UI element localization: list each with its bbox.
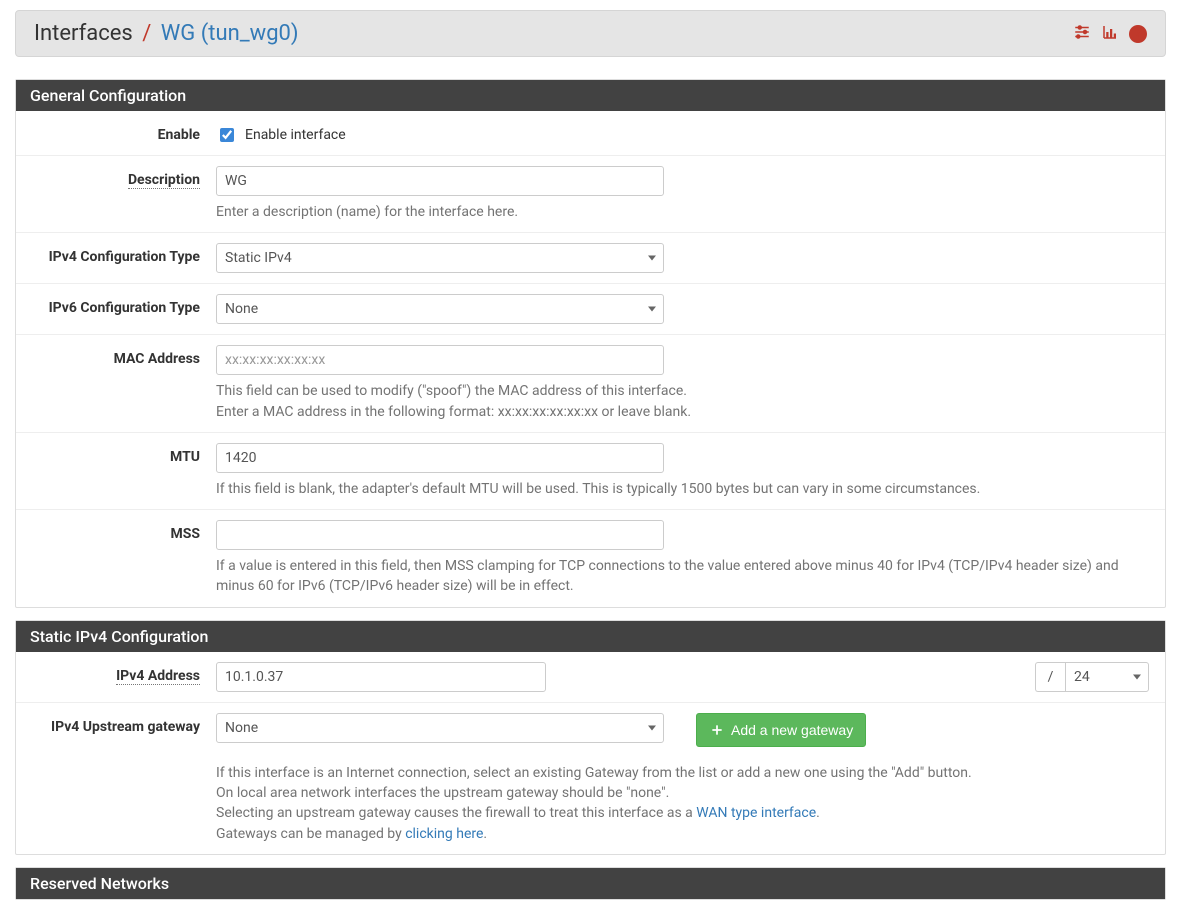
label-ipv4-upstream-gateway: IPv4 Upstream gateway bbox=[16, 713, 216, 735]
mtu-input[interactable] bbox=[216, 443, 664, 473]
ipv6-config-type-select[interactable]: None bbox=[216, 294, 664, 324]
ipv4-config-type-select[interactable]: Static IPv4 bbox=[216, 243, 664, 273]
gateway-help-2: On local area network interfaces the ups… bbox=[216, 783, 1149, 803]
clicking-here-link[interactable]: clicking here bbox=[405, 826, 483, 842]
breadcrumb-root[interactable]: Interfaces bbox=[34, 21, 133, 46]
ipv4-gateway-select[interactable]: None bbox=[216, 713, 664, 743]
cidr-slash: / bbox=[1035, 662, 1065, 692]
mss-input[interactable] bbox=[216, 520, 664, 550]
cidr-select[interactable]: 24 bbox=[1065, 662, 1149, 692]
breadcrumb-separator: / bbox=[138, 21, 155, 46]
gateway-help-1: If this interface is an Internet connect… bbox=[216, 763, 1149, 783]
panel-static-ipv4: Static IPv4 Configuration IPv4 Address /… bbox=[15, 620, 1166, 855]
label-ipv4-config-type: IPv4 Configuration Type bbox=[16, 243, 216, 265]
header-actions: ? bbox=[1073, 23, 1147, 45]
description-help: Enter a description (name) for the inter… bbox=[216, 202, 1149, 222]
mac-help-1: This field can be used to modify ("spoof… bbox=[216, 381, 1149, 401]
panel-heading-static-ipv4: Static IPv4 Configuration bbox=[16, 621, 1165, 652]
page-header: Interfaces / WG (tun_wg0) ? bbox=[15, 10, 1166, 57]
mac-help-2: Enter a MAC address in the following for… bbox=[216, 402, 1149, 422]
breadcrumb-current[interactable]: WG (tun_wg0) bbox=[161, 21, 299, 46]
label-description: Description bbox=[16, 166, 216, 188]
wan-type-link[interactable]: WAN type interface bbox=[696, 805, 816, 821]
mss-help: If a value is entered in this field, the… bbox=[216, 556, 1149, 597]
label-enable: Enable bbox=[16, 121, 216, 143]
plus-icon bbox=[709, 722, 725, 738]
description-input[interactable] bbox=[216, 166, 664, 196]
label-ipv6-config-type: IPv6 Configuration Type bbox=[16, 294, 216, 316]
settings-icon[interactable] bbox=[1073, 23, 1091, 45]
help-icon[interactable]: ? bbox=[1129, 25, 1147, 43]
label-mac-address: MAC Address bbox=[16, 345, 216, 367]
enable-interface-row[interactable]: Enable interface bbox=[216, 121, 1149, 145]
panel-reserved-networks: Reserved Networks bbox=[15, 867, 1166, 900]
label-ipv4-address: IPv4 Address bbox=[16, 662, 216, 684]
mac-address-input[interactable] bbox=[216, 345, 664, 375]
gateway-help-3: Selecting an upstream gateway causes the… bbox=[216, 803, 1149, 823]
chart-icon[interactable] bbox=[1101, 23, 1119, 45]
mtu-help: If this field is blank, the adapter's de… bbox=[216, 479, 1149, 499]
enable-interface-label: Enable interface bbox=[245, 127, 346, 143]
panel-heading-reserved: Reserved Networks bbox=[16, 868, 1165, 899]
breadcrumb: Interfaces / WG (tun_wg0) bbox=[34, 21, 299, 46]
panel-general-configuration: General Configuration Enable Enable inte… bbox=[15, 79, 1166, 608]
label-mss: MSS bbox=[16, 520, 216, 542]
add-gateway-button[interactable]: Add a new gateway bbox=[696, 713, 866, 747]
label-mtu: MTU bbox=[16, 443, 216, 465]
enable-interface-checkbox[interactable] bbox=[220, 128, 234, 142]
add-gateway-label: Add a new gateway bbox=[731, 722, 853, 738]
ipv4-address-input[interactable] bbox=[216, 662, 546, 692]
panel-heading-general: General Configuration bbox=[16, 80, 1165, 111]
